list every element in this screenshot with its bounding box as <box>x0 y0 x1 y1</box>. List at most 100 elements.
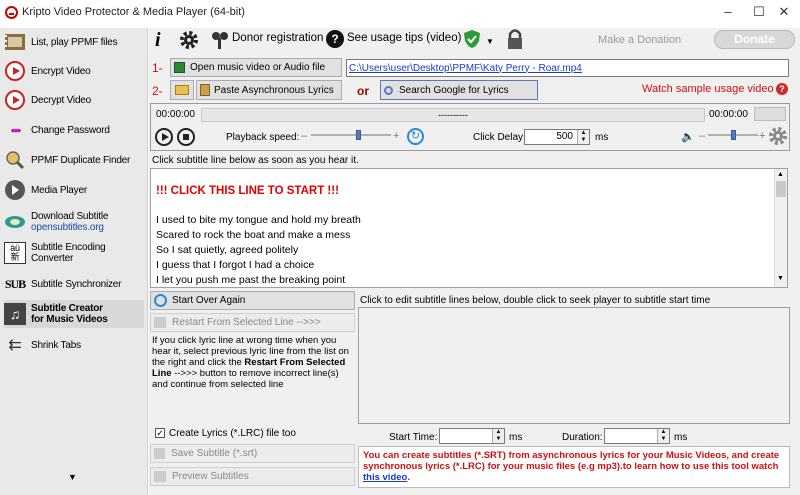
donor-key-icon[interactable] <box>210 30 230 53</box>
sidebar-item-list-play[interactable]: List, play PPMF files <box>4 28 144 56</box>
click-delay-input[interactable]: 500 ▲ ▼ <box>524 129 590 145</box>
search-google-button[interactable]: Search Google for Lyrics <box>380 80 538 100</box>
sidebar-item-encrypt-video[interactable]: Encrypt Video <box>4 57 144 85</box>
seek-bar[interactable]: ---------- <box>201 108 705 122</box>
minimize-button[interactable]: – <box>720 4 736 20</box>
sidebar-item-decrypt-video[interactable]: Decrypt Video <box>4 86 144 114</box>
player-settings-gear-icon[interactable] <box>768 126 788 149</box>
stop-button[interactable] <box>177 128 195 146</box>
start-over-button[interactable]: Start Over Again <box>150 291 355 310</box>
delay-spinner-icon[interactable]: ▲ ▼ <box>577 130 589 144</box>
duration-label: Duration: <box>562 432 603 443</box>
info-box: You can create subtitles (*.SRT) from as… <box>358 446 790 488</box>
film-list-icon <box>4 31 26 53</box>
preview-subtitles-button[interactable]: Preview Subtitles <box>150 467 355 486</box>
start-time-spinner-icon[interactable]: ▲ ▼ <box>492 429 504 443</box>
decrypt-play-icon <box>4 89 26 111</box>
info-icon[interactable]: i <box>155 29 161 52</box>
help-question-icon[interactable]: ? <box>326 30 344 48</box>
sidebar-item-duplicate-finder[interactable]: PPMF Duplicate Finder <box>4 146 144 174</box>
sidebar-item-download-subtitle[interactable]: Download Subtitle opensubtitles.org <box>4 208 144 236</box>
sidebar-item-subtitle-synchronizer[interactable]: SUB Subtitle Synchronizer <box>4 270 144 298</box>
lyric-line[interactable]: I let you push me past the breaking poin… <box>156 274 345 286</box>
save-disk-icon <box>154 448 165 459</box>
sidebar-scroll-down-icon[interactable]: ▼ <box>68 472 77 482</box>
info-tail: . <box>407 472 410 483</box>
open-lyrics-folder-button[interactable] <box>170 80 194 100</box>
donor-registration-link[interactable]: Donor registration <box>232 32 323 44</box>
lock-icon[interactable] <box>505 28 525 53</box>
settings-gear-icon[interactable] <box>179 30 199 53</box>
shield-check-icon[interactable] <box>462 29 482 52</box>
speed-minus[interactable]: – <box>301 130 307 142</box>
scroll-down-icon[interactable]: ▼ <box>777 275 784 282</box>
file-path-field[interactable]: C:\Users\user\Desktop\PPMF\Katy Perry - … <box>346 59 789 77</box>
password-dots-icon: ••• <box>10 122 22 138</box>
volume-slider[interactable] <box>708 127 758 143</box>
volume-thumb[interactable] <box>731 130 736 140</box>
fullscreen-toggle-icon[interactable] <box>754 107 786 121</box>
create-lrc-checkbox[interactable]: ✓ <box>155 428 165 438</box>
opensubtitles-icon <box>4 211 26 233</box>
save-subtitle-label: Save Subtitle (*.srt) <box>171 448 258 459</box>
play-button[interactable] <box>155 128 173 146</box>
sidebar-item-label: Subtitle Creator <box>31 303 103 314</box>
restart-selected-button[interactable]: Restart From Selected Line -->>> <box>150 313 355 332</box>
close-button[interactable]: ✕ <box>776 4 792 20</box>
step-1-number: 1- <box>152 61 163 75</box>
open-file-label: Open music video or Audio file <box>190 62 326 73</box>
paste-lyrics-button[interactable]: Paste Asynchronous Lyrics <box>196 80 342 100</box>
preview-icon <box>154 471 166 482</box>
sidebar-item-media-player[interactable]: Media Player <box>4 176 144 204</box>
sidebar-item-subtitle-encoding[interactable]: àü 新 Subtitle Encoding Converter <box>4 239 144 267</box>
save-subtitle-button[interactable]: Save Subtitle (*.srt) <box>150 444 355 463</box>
volume-icon[interactable]: 🔈 <box>681 130 695 143</box>
lyric-line[interactable]: So I sat quietly, agreed politely <box>156 244 298 256</box>
volume-plus[interactable]: + <box>759 130 765 142</box>
reset-speed-icon[interactable]: ↻ <box>407 128 424 145</box>
scroll-thumb[interactable] <box>776 181 786 197</box>
make-donation-label: Make a Donation <box>598 34 682 46</box>
scroll-up-icon[interactable]: ▲ <box>777 171 784 178</box>
duration-spinner-icon[interactable]: ▲ ▼ <box>657 429 669 443</box>
volume-minus[interactable]: – <box>699 130 705 142</box>
lyrics-list[interactable]: !!! CLICK THIS LINE TO START !!! I used … <box>150 168 788 288</box>
playback-speed-label: Playback speed: <box>226 132 300 143</box>
sidebar-item-shrink-tabs[interactable]: ⇇ Shrink Tabs <box>4 331 144 359</box>
watch-sample-link[interactable]: Watch sample usage video <box>642 83 774 95</box>
speed-plus[interactable]: + <box>393 130 399 142</box>
sidebar-item-change-password[interactable]: ••• Change Password <box>4 116 144 144</box>
open-file-button[interactable]: Open music video or Audio file <box>170 58 342 77</box>
paste-icon <box>200 84 210 96</box>
start-time-input[interactable]: ▲ ▼ <box>439 428 505 444</box>
sidebar-item-label: Encrypt Video <box>31 65 91 77</box>
sidebar-item-subtitle-creator[interactable]: ♫ Subtitle Creator for Music Videos <box>4 300 144 328</box>
usage-tips-link[interactable]: See usage tips (video) <box>347 32 461 44</box>
donate-button[interactable]: Donate <box>714 30 795 49</box>
speed-slider[interactable] <box>311 127 391 143</box>
player-panel: 00:00:00 ---------- 00:00:00 Playback sp… <box>150 103 790 151</box>
app-logo-icon <box>5 6 18 19</box>
window-title: Kripto Video Protector & Media Player (6… <box>22 6 245 18</box>
file-path-link[interactable]: C:\Users\user\Desktop\PPMF\Katy Perry - … <box>349 63 582 74</box>
lyric-line-start[interactable]: !!! CLICK THIS LINE TO START !!! <box>156 185 339 197</box>
folder-icon <box>175 85 189 95</box>
subtitle-lines-list[interactable] <box>358 307 790 424</box>
duration-input[interactable]: ▲ ▼ <box>604 428 670 444</box>
shield-dropdown-icon[interactable]: ▼ <box>486 37 494 46</box>
maximize-button[interactable]: ☐ <box>751 4 767 20</box>
lyric-line[interactable]: Scared to rock the boat and make a mess <box>156 229 350 241</box>
sidebar-item-label: PPMF Duplicate Finder <box>31 154 131 166</box>
media-player-icon <box>4 179 26 201</box>
restart-icon <box>154 317 166 328</box>
lyrics-scrollbar[interactable]: ▲ ▼ <box>774 169 787 287</box>
shrink-arrows-icon: ⇇ <box>8 337 22 354</box>
lyric-line[interactable]: I used to bite my tongue and hold my bre… <box>156 214 361 226</box>
sidebar-item-label: Decrypt Video <box>31 94 92 106</box>
help-red-icon[interactable]: ? <box>776 83 788 95</box>
info-video-link[interactable]: this video <box>363 472 407 483</box>
help-text-part-2: -->>> button to remove incorrect line(s)… <box>152 368 339 390</box>
click-delay-value: 500 <box>556 131 573 142</box>
speed-thumb[interactable] <box>356 130 361 140</box>
lyric-line[interactable]: I guess that I forgot I had a choice <box>156 259 314 271</box>
